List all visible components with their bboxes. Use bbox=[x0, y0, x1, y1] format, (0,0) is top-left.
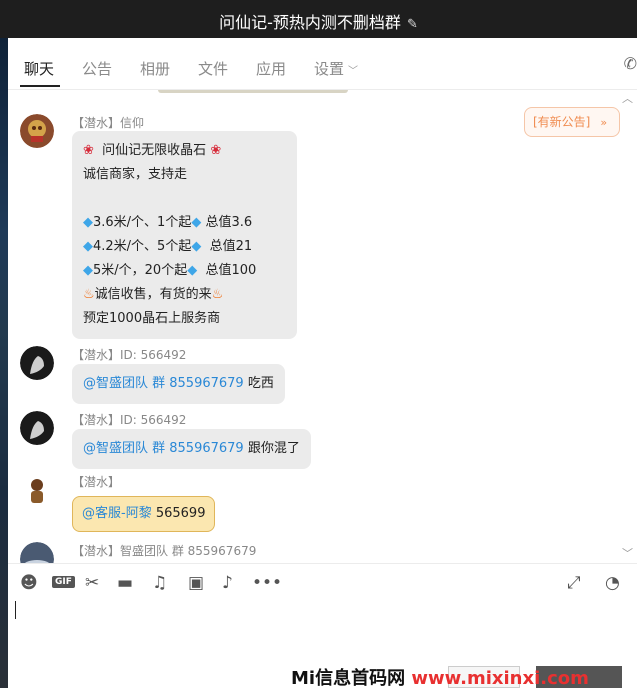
message-bubble[interactable]: @客服-阿黎 565699 bbox=[72, 496, 216, 532]
message-text: 总值21 bbox=[209, 239, 253, 254]
diamond-icon: ◆ bbox=[83, 239, 93, 254]
emoji-icon[interactable]: ☻ bbox=[20, 573, 38, 593]
message-line: 诚信商家，支持走 bbox=[83, 167, 188, 182]
message-text: 吃西 bbox=[247, 376, 274, 391]
message-text: 5米/个，20个起 bbox=[93, 263, 188, 278]
message-line: 预定1000晶石上服务商 bbox=[83, 311, 221, 326]
message-text: 问仙记无限收晶石 bbox=[102, 143, 207, 158]
message-text: 总值100 bbox=[205, 263, 257, 278]
mention-link[interactable]: @智盛团队 群 855967679 bbox=[83, 441, 244, 456]
background-strip bbox=[0, 38, 8, 688]
gif-icon[interactable]: GIF bbox=[52, 576, 75, 588]
message-bubble[interactable]: @智盛团队 群 855967679 跟你混了 bbox=[72, 429, 311, 469]
avatar[interactable] bbox=[20, 411, 54, 445]
new-announcement-button[interactable]: [有新公告] » bbox=[524, 107, 620, 137]
tab-album[interactable]: 相册 bbox=[140, 58, 170, 79]
scroll-up-icon[interactable]: ︿ bbox=[622, 90, 633, 106]
folder-icon[interactable]: ▬ bbox=[117, 573, 133, 593]
avatar[interactable] bbox=[20, 346, 54, 380]
window-title: 问仙记-预热内测不删档群 bbox=[219, 13, 401, 32]
double-up-arrow-icon: » bbox=[600, 116, 608, 129]
message-bubble[interactable]: ❀ 问仙记无限收晶石 ❀ 诚信商家，支持走 ◆3.6米/个、1个起◆ 总值3.6… bbox=[72, 131, 297, 339]
message-line: ❀ 问仙记无限收晶石 ❀ bbox=[83, 139, 286, 163]
previous-message-edge bbox=[158, 90, 348, 93]
watermark-url: www.mixinxi.com bbox=[411, 668, 589, 688]
diamond-icon: ◆ bbox=[191, 239, 202, 254]
message-text: 4.2米/个、5个起 bbox=[93, 239, 192, 254]
fire-icon: ♨ bbox=[211, 287, 224, 302]
tab-settings-label: 设置 bbox=[314, 60, 345, 78]
message-bubble[interactable]: @智盛团队 群 855967679 吃西 bbox=[72, 364, 285, 404]
diamond-icon: ◆ bbox=[83, 263, 93, 278]
new-announcement-label: [有新公告] bbox=[533, 115, 591, 129]
mention-link[interactable]: @智盛团队 群 855967679 bbox=[83, 376, 244, 391]
tab-apps[interactable]: 应用 bbox=[256, 58, 286, 79]
chevron-down-icon: ﹀ bbox=[348, 66, 359, 77]
message-line: ◆4.2米/个、5个起◆ 总值21 bbox=[83, 235, 286, 259]
mention-link[interactable]: @客服-阿黎 bbox=[82, 506, 152, 521]
image-icon[interactable]: ▣ bbox=[188, 573, 204, 593]
tab-bar: 聊天 公告 相册 文件 应用 设置 ﹀ ✆ bbox=[8, 38, 637, 90]
message-line: ◆3.6米/个、1个起◆ 总值3.6 bbox=[83, 211, 286, 235]
diamond-icon: ◆ bbox=[191, 215, 202, 230]
title-bar: 问仙记-预热内测不删档群 ✎ bbox=[0, 0, 637, 38]
message-text: 565699 bbox=[155, 506, 206, 521]
sender-name: 【潜水】智盛团队 群 855967679 bbox=[72, 544, 257, 558]
pencil-icon[interactable]: ✎ bbox=[407, 17, 418, 32]
scissors-icon[interactable]: ✂ bbox=[85, 573, 99, 593]
expand-icon[interactable]: ⤢ bbox=[567, 573, 581, 593]
active-tab-indicator bbox=[20, 85, 60, 87]
tab-chat[interactable]: 聊天 bbox=[24, 58, 54, 79]
sender-name: 【潜水】ID: 566492 bbox=[72, 413, 187, 427]
avatar[interactable] bbox=[20, 114, 54, 148]
tab-settings[interactable]: 设置 ﹀ bbox=[314, 58, 358, 79]
avatar[interactable] bbox=[20, 473, 54, 507]
text-caret bbox=[15, 601, 16, 619]
message-line: ♨诚信收售，有货的来♨ bbox=[83, 283, 286, 307]
message-text: 诚信收售，有货的来 bbox=[94, 287, 212, 302]
tab-files[interactable]: 文件 bbox=[198, 58, 228, 79]
message-text: 跟你混了 bbox=[247, 441, 300, 456]
message-text: 总值3.6 bbox=[205, 215, 253, 230]
sender-name: 【潜水】信仰 bbox=[72, 116, 145, 130]
watermark-brand: Mi信息首码网 bbox=[291, 668, 406, 688]
fire-icon: ♨ bbox=[83, 287, 95, 302]
window-title-wrap: 问仙记-预热内测不删档群 ✎ bbox=[0, 9, 637, 33]
music-icon[interactable]: ♫ bbox=[152, 573, 167, 593]
watermark: Mi信息首码网 www.mixinxi.com bbox=[291, 664, 589, 688]
tab-announcement[interactable]: 公告 bbox=[82, 58, 112, 79]
bell-icon[interactable]: ♪ bbox=[222, 573, 233, 593]
message-text: 3.6米/个、1个起 bbox=[93, 215, 192, 230]
diamond-icon: ◆ bbox=[83, 215, 93, 230]
sender-name: 【潜水】 bbox=[72, 475, 121, 489]
phone-icon[interactable]: ✆ bbox=[624, 54, 637, 73]
chat-panel[interactable]: ︿ [有新公告] » 【潜水】信仰 ❀ 问仙记无限收晶石 ❀ 诚信商家，支持走 ◆… bbox=[8, 90, 637, 563]
message-line: ◆5米/个，20个起◆ 总值100 bbox=[83, 259, 286, 283]
diamond-icon: ◆ bbox=[187, 263, 198, 278]
scroll-down-icon[interactable]: ﹀ bbox=[622, 545, 633, 561]
input-toolbar: ☻ GIF ✂ ▬ ♫ ▣ ♪ ••• ⤢ ◔ bbox=[8, 563, 637, 601]
sender-name: 【潜水】ID: 566492 bbox=[72, 348, 187, 362]
rose-icon: ❀ bbox=[210, 143, 222, 158]
avatar[interactable] bbox=[20, 542, 54, 563]
clock-icon[interactable]: ◔ bbox=[605, 573, 620, 593]
message-line bbox=[83, 187, 286, 211]
more-icon[interactable]: ••• bbox=[252, 573, 282, 593]
rose-icon: ❀ bbox=[83, 143, 94, 158]
